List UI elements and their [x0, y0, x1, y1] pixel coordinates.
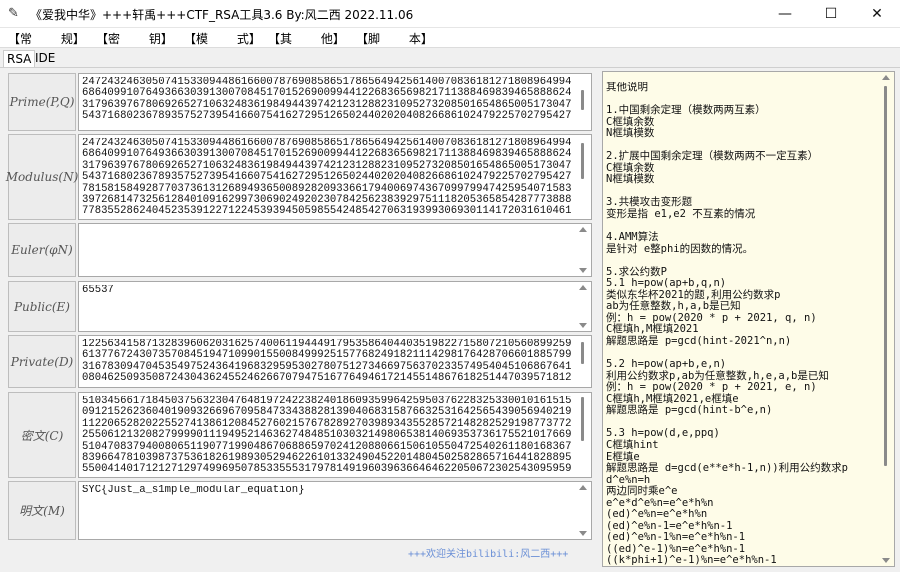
minimize-icon: —	[778, 6, 792, 22]
prime-field[interactable]: 2472432463050741533094486166007876908586…	[78, 73, 592, 131]
title-bar: ✎ 《爱我中华》+++轩禹+++CTF_RSA工具3.6 By:风二西 2022…	[0, 0, 900, 28]
euler-label: Euler(φN)	[8, 223, 76, 277]
prime-label: Prime(P,Q)	[8, 73, 76, 131]
tab-bar: RSA IDE	[0, 48, 900, 68]
minimize-button[interactable]: —	[762, 0, 808, 28]
private-scroll-thumb[interactable]	[581, 342, 584, 364]
ciphertext-text: 5103456617184503756323047648197242238240…	[82, 396, 571, 476]
help-panel[interactable]: 其他说明 1.中国剩余定理（模数两两互素） C框填余数 N框填模数 2.扩展中国…	[602, 71, 895, 567]
euler-scroll-down-icon[interactable]	[579, 268, 587, 273]
menu-keys[interactable]: 【密 钥】	[96, 30, 173, 47]
menu-scripts[interactable]: 【脚 本】	[356, 30, 433, 47]
footer-credit: +++欢迎关注bilibili:风二西+++	[408, 549, 569, 560]
private-scrollbar[interactable]	[575, 336, 591, 387]
public-scrollbar[interactable]	[575, 282, 591, 331]
prime-scroll-thumb[interactable]	[581, 90, 584, 110]
help-scroll-up-icon[interactable]	[882, 75, 890, 80]
public-field[interactable]: 65537	[78, 281, 592, 332]
plaintext-text: SYC{Just_a_s1mple_modular_equation}	[82, 485, 305, 496]
euler-scroll-up-icon[interactable]	[579, 227, 587, 232]
tab-divider	[0, 67, 900, 68]
private-field[interactable]: 1225634158713283960620316257400611944491…	[78, 335, 592, 388]
ciphertext-label: 密文(C)	[8, 392, 76, 478]
tab-ide[interactable]: IDE	[32, 50, 58, 68]
help-scroll-down-icon[interactable]	[882, 558, 890, 563]
help-scrollbar[interactable]	[878, 72, 894, 566]
ciphertext-scroll-thumb[interactable]	[581, 397, 584, 441]
menu-bar: 【常 规】 【密 钥】 【模 式】 【其 他】 【脚 本】	[0, 28, 900, 48]
public-scroll-down-icon[interactable]	[579, 323, 587, 328]
close-button[interactable]: ✕	[854, 0, 900, 28]
plaintext-field[interactable]: SYC{Just_a_s1mple_modular_equation}	[78, 481, 592, 540]
menu-other[interactable]: 【其 他】	[268, 30, 345, 47]
ciphertext-field[interactable]: 5103456617184503756323047648197242238240…	[78, 392, 592, 478]
private-text: 1225634158713283960620316257400611944491…	[82, 339, 571, 385]
plaintext-scroll-down-icon[interactable]	[579, 531, 587, 536]
plaintext-label: 明文(M)	[8, 481, 76, 540]
window-title: 《爱我中华》+++轩禹+++CTF_RSA工具3.6 By:风二西 2022.1…	[30, 8, 414, 22]
modulus-scroll-thumb[interactable]	[581, 143, 584, 179]
prime-scrollbar[interactable]	[575, 74, 591, 130]
modulus-field[interactable]: 2472432463050741533094486166007876908586…	[78, 134, 592, 220]
ciphertext-scrollbar[interactable]	[575, 393, 591, 477]
plaintext-scrollbar[interactable]	[575, 482, 591, 539]
help-text: 其他说明 1.中国剩余定理（模数两两互素） C框填余数 N框填模数 2.扩展中国…	[606, 82, 848, 567]
prime-text: 2472432463050741533094486166007876908586…	[82, 77, 571, 123]
menu-general[interactable]: 【常 规】	[8, 30, 85, 47]
maximize-button[interactable]: ☐	[808, 0, 854, 28]
public-scroll-up-icon[interactable]	[579, 285, 587, 290]
plaintext-scroll-up-icon[interactable]	[579, 485, 587, 490]
close-icon: ✕	[871, 6, 883, 22]
public-text: 65537	[82, 285, 114, 296]
tab-rsa[interactable]: RSA	[3, 50, 36, 68]
modulus-label: Modulus(N)	[6, 134, 78, 220]
private-label: Private(D)	[8, 335, 76, 388]
modulus-text: 2472432463050741533094486166007876908586…	[82, 138, 571, 218]
app-icon: ✎	[8, 6, 19, 21]
modulus-scrollbar[interactable]	[575, 135, 591, 219]
euler-scrollbar[interactable]	[575, 224, 591, 276]
maximize-icon: ☐	[824, 6, 838, 22]
help-scroll-thumb[interactable]	[884, 86, 887, 466]
euler-field[interactable]	[78, 223, 592, 277]
menu-modes[interactable]: 【模 式】	[184, 30, 261, 47]
public-label: Public(E)	[8, 281, 76, 332]
